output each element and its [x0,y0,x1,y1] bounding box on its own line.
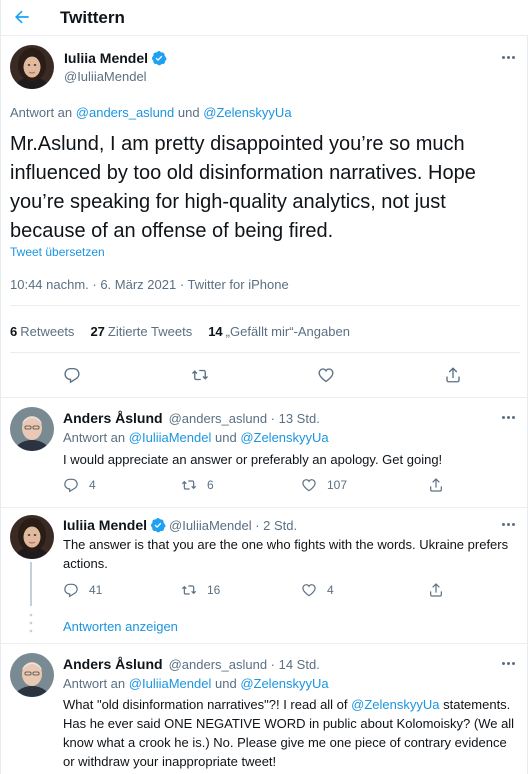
replying-to: Antwort an @IuliiaMendel und @ZelenskyyU… [63,430,329,445]
retweet-button[interactable]: 16 [181,582,220,598]
more-options-icon[interactable] [496,50,520,64]
verified-badge-icon [151,518,166,533]
divider [10,305,520,306]
heart-icon [318,368,334,383]
mention-link[interactable]: @ZelenskyyUa [240,430,328,445]
replying-to: Antwort an @anders_aslund und @Zelenskyy… [10,105,292,120]
heart-icon [302,479,316,492]
reply-text: What "old disinformation narratives"?! I… [63,697,515,769]
arrow-left-icon [15,10,29,24]
mention-link[interactable]: @ZelenskyyUa [351,697,439,712]
tweet-author-name[interactable]: Iuliia Mendel [64,50,167,66]
retweet-icon [181,585,197,595]
quotes-stat[interactable]: 27 Zitierte Tweets [90,324,192,339]
verified-badge-icon [152,51,167,66]
reply-icon [64,583,78,598]
mention-link[interactable]: @IuliiaMendel [129,430,212,445]
thread-dots [29,613,33,633]
divider [1,643,528,644]
avatar-image [10,653,54,697]
heart-icon [302,584,316,597]
reply-text: I would appreciate an answer or preferab… [63,452,443,467]
share-icon [430,478,442,492]
tweet-timestamp[interactable]: 10:44 nachm. · 6. März 2021 · Twitter fo… [10,277,289,292]
avatar-anders-aslund[interactable] [10,653,54,697]
reply-button[interactable]: 41 [63,582,102,598]
translate-tweet-link[interactable]: Tweet übersetzen [10,245,105,259]
share-button[interactable] [428,582,444,598]
mention-link[interactable]: @IuliiaMendel [129,676,212,691]
reply-author[interactable]: Iuliia Mendel @IuliiaMendel · 2 Std. [63,517,297,533]
retweets-stat[interactable]: 6 Retweets [10,324,74,339]
reply-button[interactable] [63,366,81,384]
mention-link[interactable]: @ZelenskyyUa [203,105,291,120]
like-button[interactable]: 107 [301,477,347,493]
tweet-author-handle[interactable]: @IuliiaMendel [64,69,147,84]
retweet-button[interactable]: 6 [181,477,214,493]
avatar-image [10,515,54,559]
avatar-image [10,407,54,451]
likes-stat[interactable]: 14 „Gefällt mir“-Angaben [208,324,350,339]
page-title: Twittern [60,8,125,27]
share-button[interactable] [444,366,462,384]
thread-line [30,562,32,606]
share-icon [446,367,460,383]
avatar-iuliia-mendel[interactable] [10,45,54,89]
share-icon [430,583,442,597]
reply-text: The answer is that you are the one who f… [63,537,509,571]
divider [1,397,528,398]
divider [1,507,528,508]
like-button[interactable] [317,366,335,384]
avatar-image [10,45,54,89]
page-header: Twittern [1,0,528,36]
retweet-button[interactable] [191,366,209,384]
retweet-icon [192,369,208,381]
like-button[interactable]: 4 [301,582,334,598]
tweet-stats: 6 Retweets 27 Zitierte Tweets 14 „Gefällt m… [10,324,350,339]
share-button[interactable] [428,477,444,493]
reply-icon [64,367,80,384]
mention-link[interactable]: @anders_aslund [76,105,174,120]
more-options-icon[interactable] [496,410,520,424]
tweet-text: Mr.Aslund, I am pretty disappointed you’… [10,133,476,242]
tweet-detail-page: Twittern Iuliia Mendel @IuliiaMendel Ant… [0,0,528,774]
avatar-iuliia-mendel[interactable] [10,515,54,559]
reply-author[interactable]: Anders Åslund @anders_aslund · 14 Std. [63,656,320,672]
back-button[interactable] [11,6,33,28]
avatar-anders-aslund[interactable] [10,407,54,451]
retweet-icon [181,480,197,490]
show-replies-link[interactable]: Antworten anzeigen [63,619,178,634]
reply-button[interactable]: 4 [63,477,96,493]
reply-author[interactable]: Anders Åslund @anders_aslund · 13 Std. [63,410,320,426]
replying-to: Antwort an @IuliiaMendel und @ZelenskyyU… [63,676,329,691]
more-options-icon[interactable] [496,656,520,670]
divider [10,352,520,353]
more-options-icon[interactable] [496,517,520,531]
mention-link[interactable]: @ZelenskyyUa [240,676,328,691]
reply-icon [64,478,78,493]
